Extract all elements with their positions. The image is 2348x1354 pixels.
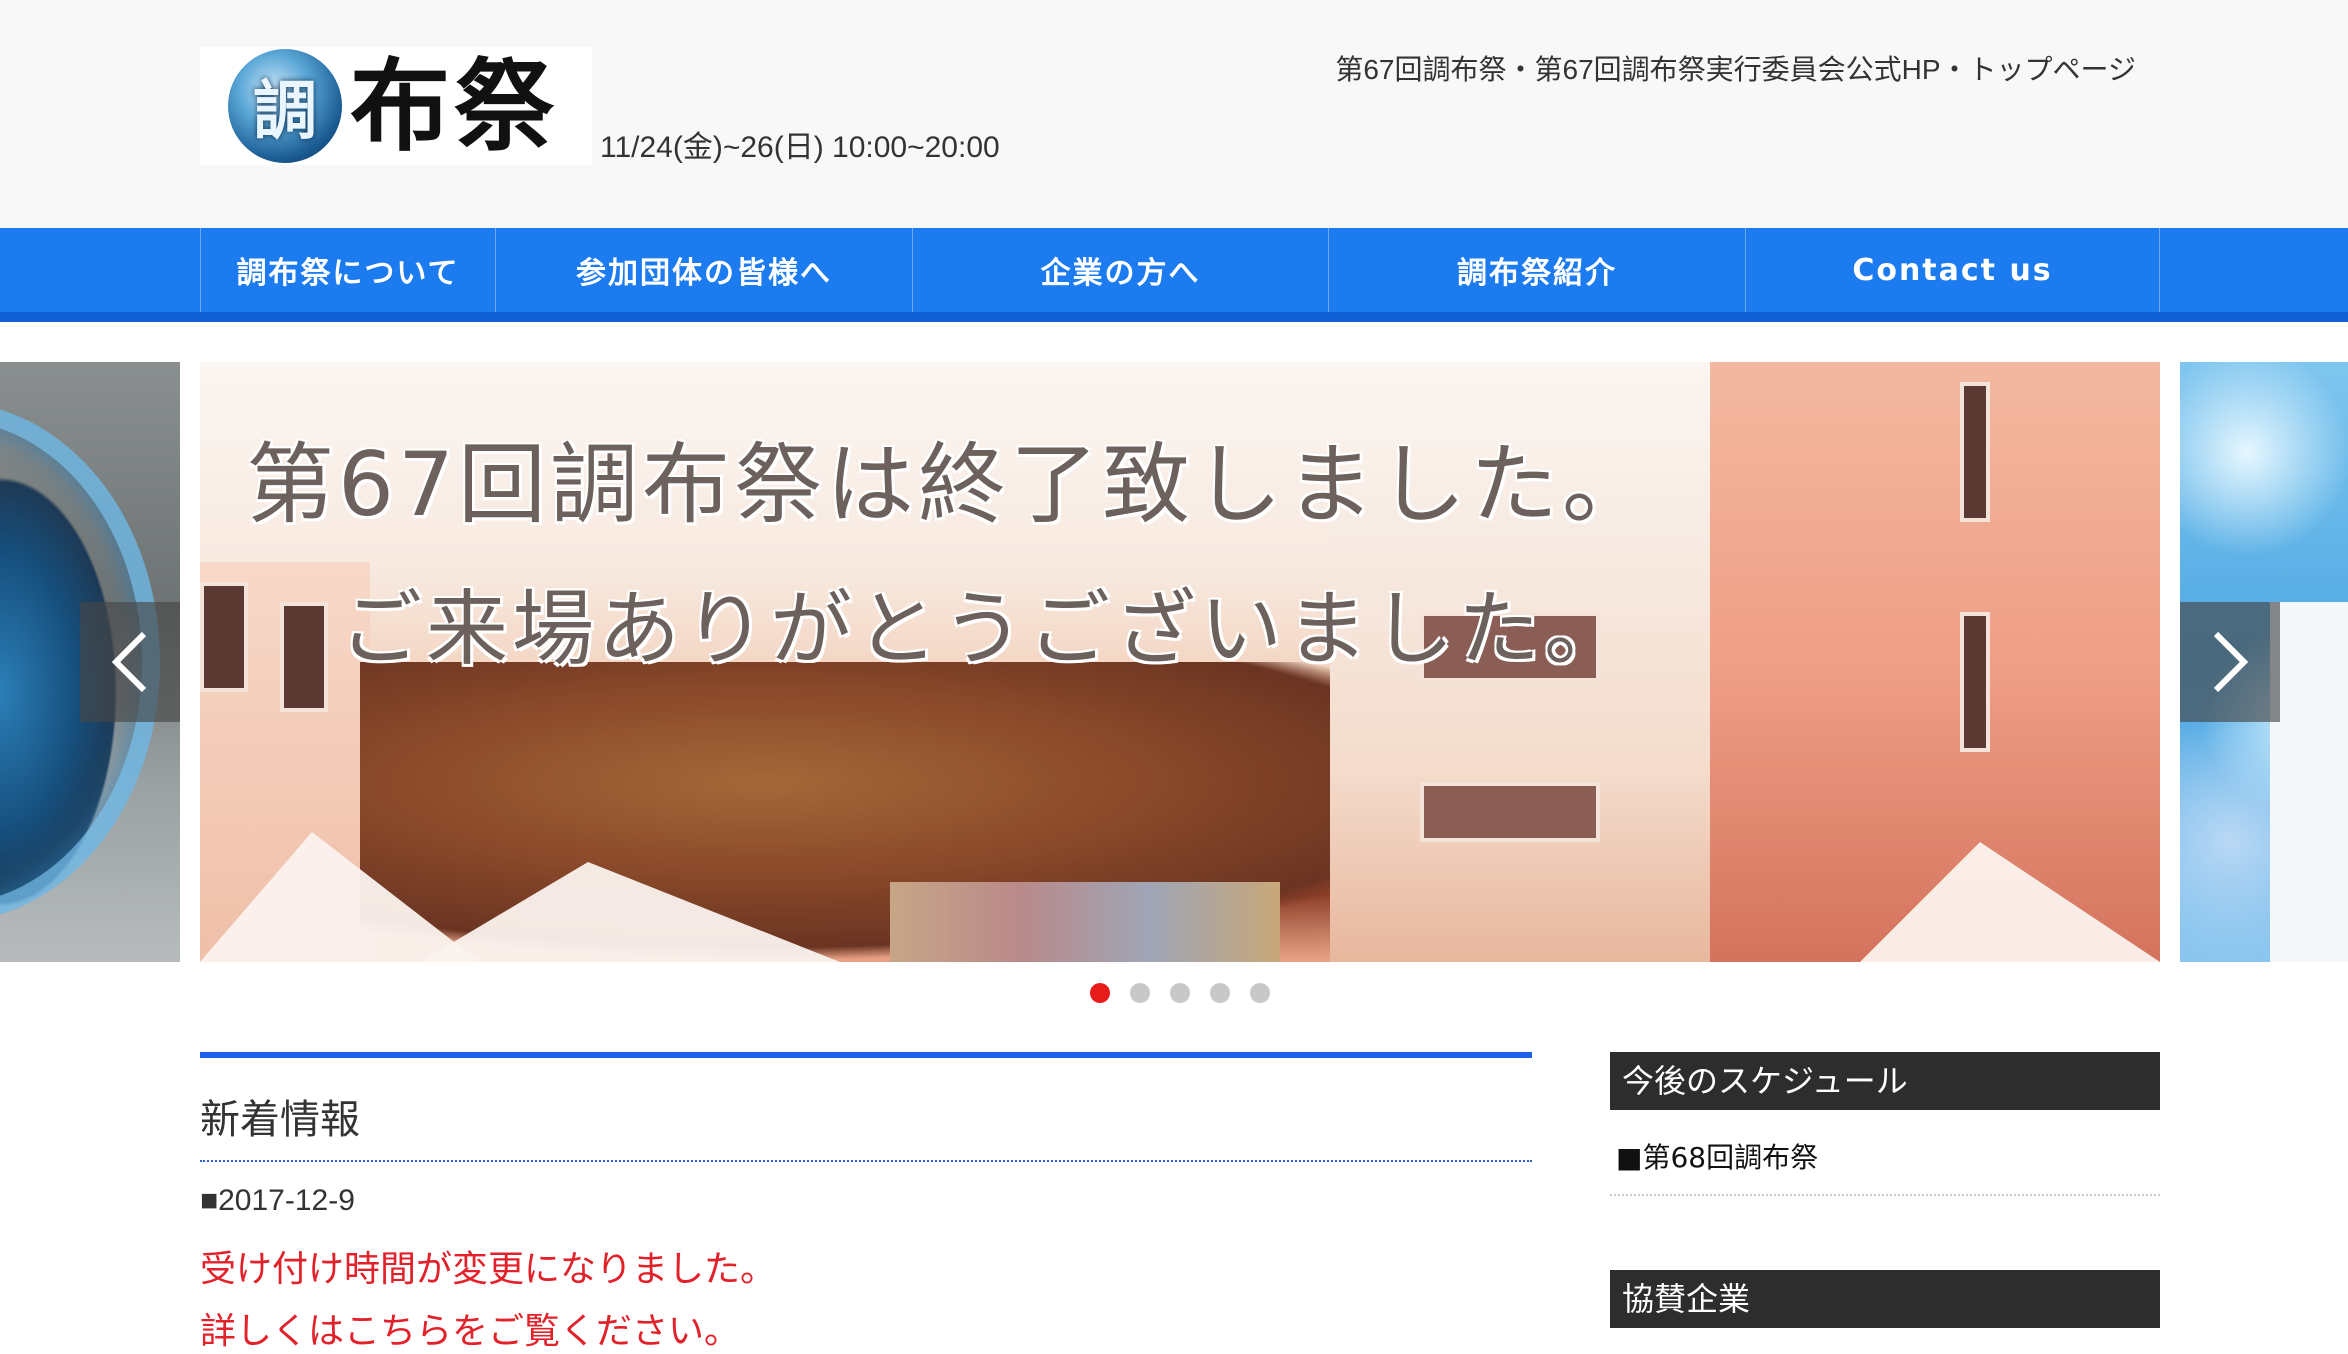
nav-underline — [0, 312, 2348, 322]
slider-dot-3[interactable] — [1170, 983, 1190, 1003]
slider-dot-4[interactable] — [1210, 983, 1230, 1003]
slide-subheadline: ご来場ありがとうございました。 — [340, 582, 1631, 677]
nav-item-companies[interactable]: 企業の方へ — [912, 228, 1328, 312]
slider-dot-2[interactable] — [1130, 983, 1150, 1003]
sponsors-heading: 協賛企業 — [1610, 1270, 2160, 1328]
news-detail-link[interactable]: 詳しくはこちらをご覧ください。 — [200, 1302, 1532, 1354]
news-date: ■2017-12-9 — [200, 1184, 355, 1217]
slide-current: 第67回調布祭は終了致しました。 ご来場ありがとうございました。 — [200, 362, 2160, 962]
site-logo[interactable]: 調 布祭 — [200, 47, 592, 165]
chevron-left-icon — [111, 631, 147, 693]
chevron-right-icon — [2213, 631, 2249, 693]
slider-pagination — [1090, 983, 1270, 1003]
news-topbar — [200, 1052, 1532, 1058]
festival-dates: 11/24(金)~26(日) 10:00~20:00 — [600, 131, 1000, 164]
nav-item-participants[interactable]: 参加団体の皆様へ — [495, 228, 912, 312]
schedule-item[interactable]: ■第68回調布祭 — [1610, 1110, 2160, 1196]
slide-headline: 第67回調布祭は終了致しました。 — [246, 433, 1654, 536]
slider-next-button[interactable] — [2180, 602, 2280, 722]
news-section: 新着情報 ■2017-12-9 受け付け時間が変更になりました。 詳しくはこちら… — [200, 1052, 1532, 1354]
slider-prev-button[interactable] — [80, 602, 180, 722]
logo-text: 布祭 — [350, 47, 558, 165]
site-description: 第67回調布祭・第67回調布祭実行委員会公式HP・トップページ — [1335, 54, 2136, 85]
news-headline-link[interactable]: 受け付け時間が変更になりました。 — [200, 1240, 1532, 1292]
nav-item-contact[interactable]: Contact us — [1745, 228, 2160, 312]
news-divider — [200, 1160, 1532, 1162]
sidebar: 今後のスケジュール ■第68回調布祭 協賛企業 — [1610, 1052, 2160, 1328]
news-title: 新着情報 — [200, 1097, 360, 1143]
schedule-heading: 今後のスケジュール — [1610, 1052, 2160, 1110]
nav-item-introduction[interactable]: 調布祭紹介 — [1328, 228, 1745, 312]
logo-emblem-icon: 調 — [228, 49, 342, 163]
slider-dot-1[interactable] — [1090, 983, 1110, 1003]
nav-item-about[interactable]: 調布祭について — [200, 228, 495, 312]
hero-slider[interactable]: 第67回調布祭は終了致しました。 ご来場ありがとうございました。 — [0, 362, 2348, 962]
slider-dot-5[interactable] — [1250, 983, 1270, 1003]
site-header: 調 布祭 11/24(金)~26(日) 10:00~20:00 第67回調布祭・… — [0, 0, 2348, 228]
main-nav: 調布祭について 参加団体の皆様へ 企業の方へ 調布祭紹介 Contact us — [0, 228, 2348, 312]
